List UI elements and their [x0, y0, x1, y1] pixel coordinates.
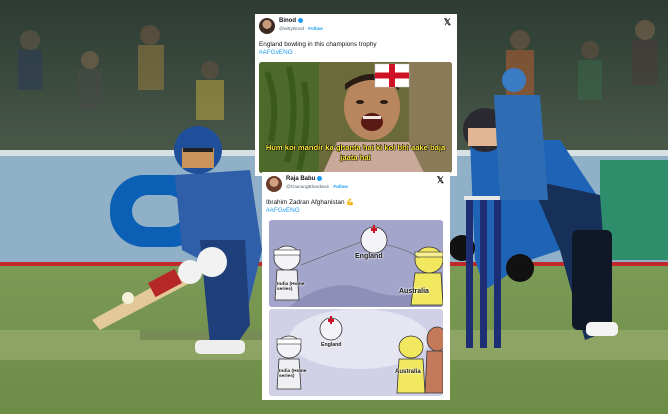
follow-button[interactable]: Follow [308, 26, 323, 31]
tweet-text: Ibrahim Zadran Afghanistan 💪 [266, 199, 355, 206]
england-flag-icon [374, 63, 410, 88]
label-australia: Australia [399, 288, 429, 295]
label-india: India (Home series) [277, 282, 305, 293]
meme-image[interactable]: Hum koi mandir ka ghanta hai ki koi bhi … [259, 62, 452, 173]
tweet-text: England bowling in this champions trophy [259, 41, 377, 48]
india-figure [276, 335, 302, 390]
hashtag-link[interactable]: #AFGvENG [259, 49, 293, 57]
tweet-card-2[interactable]: Raja Babu @GaurangBhardwa1 · Follow 𝕏 Ib… [262, 172, 450, 400]
x-logo-icon[interactable]: 𝕏 [444, 17, 451, 28]
author-name[interactable]: Binod [279, 18, 303, 24]
label-england: England [321, 342, 342, 348]
avatar[interactable] [259, 18, 275, 34]
meme-caption: Hum koi mandir ka ghanta hai ki koi bhi … [265, 143, 446, 162]
meme-panel-top[interactable]: England India (Home series) Australia [269, 220, 443, 307]
author-name[interactable]: Raja Babu [286, 176, 323, 182]
x-logo-icon[interactable]: 𝕏 [437, 175, 444, 186]
tweet-header: Raja Babu @GaurangBhardwa1 · Follow 𝕏 [266, 175, 446, 195]
label-england: England [355, 253, 383, 260]
meme-panel-bottom[interactable]: England India (Home series) Australia [269, 309, 443, 396]
verified-badge-icon [317, 176, 323, 181]
author-handle: @wittybinod · Follow [279, 26, 323, 31]
label-india: India (Home series) [279, 369, 307, 380]
label-australia: Australia [395, 369, 421, 375]
handle-text[interactable]: @wittybinod [279, 26, 304, 31]
verified-badge-icon [298, 18, 303, 23]
avatar[interactable] [266, 176, 282, 192]
handle-text[interactable]: @GaurangBhardwa1 [286, 184, 329, 189]
meme-panel-art [269, 309, 443, 396]
tweet-card-1[interactable]: Binod @wittybinod · Follow 𝕏 England bow… [255, 14, 457, 176]
afghanistan-figure [424, 326, 443, 394]
hashtag-link[interactable]: #AFGvENG [266, 207, 300, 215]
tweet-header: Binod @wittybinod · Follow 𝕏 [259, 17, 453, 37]
follow-button[interactable]: Follow [333, 184, 348, 189]
australia-figure [396, 335, 426, 394]
author-handle: @GaurangBhardwa1 · Follow [286, 184, 348, 189]
stumps [464, 196, 504, 348]
